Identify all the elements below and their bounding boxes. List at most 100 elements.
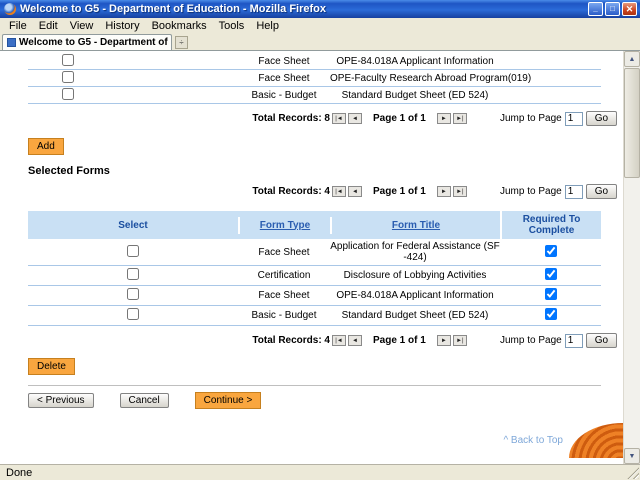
selected-forms-pager-bottom: Total Records: 4 |◄ ◄ Page 1 of 1 ► ►| J… — [28, 333, 601, 348]
jump-to-page-label: Jump to Page — [500, 186, 562, 197]
form-type-cell: Face Sheet — [238, 247, 330, 258]
first-page-button[interactable]: |◄ — [332, 186, 346, 197]
available-forms-rows: Face Sheet OPE-84.018A Applicant Informa… — [28, 53, 601, 104]
selected-forms-table: Select Form Type Form Title Required To … — [28, 211, 601, 326]
select-checkbox[interactable] — [127, 245, 139, 257]
header-form-type[interactable]: Form Type — [238, 217, 330, 234]
select-checkbox[interactable] — [62, 71, 74, 83]
prev-page-button[interactable]: ◄ — [348, 335, 362, 346]
page-indicator: Page 1 of 1 — [364, 113, 435, 124]
form-type-cell: Face Sheet — [238, 73, 330, 84]
required-checkbox[interactable] — [545, 288, 557, 300]
cancel-button[interactable]: Cancel — [120, 393, 169, 408]
go-button[interactable]: Go — [586, 184, 617, 199]
select-checkbox[interactable] — [127, 288, 139, 300]
menu-file[interactable]: File — [3, 19, 33, 33]
table-row: Certification Disclosure of Lobbying Act… — [28, 266, 601, 286]
first-page-button[interactable]: |◄ — [332, 113, 346, 124]
required-checkbox[interactable] — [545, 308, 557, 320]
window-title: Welcome to G5 - Department of Education … — [20, 3, 584, 15]
tab-title: Welcome to G5 - Department of Edu... — [19, 37, 172, 48]
last-page-button[interactable]: ►| — [453, 186, 467, 197]
status-bar: Done — [0, 464, 640, 480]
scrollbar-thumb[interactable] — [624, 68, 640, 178]
next-page-button[interactable]: ► — [437, 186, 451, 197]
jump-to-page-label: Jump to Page — [500, 113, 562, 124]
total-records-label: Total Records: 4 — [238, 335, 330, 346]
form-type-cell: Basic - Budget — [238, 310, 330, 321]
form-title-cell: OPE-84.018A Applicant Information — [330, 56, 500, 67]
form-type-cell: Face Sheet — [238, 56, 330, 67]
close-button[interactable]: ✕ — [622, 2, 637, 16]
select-checkbox[interactable] — [62, 88, 74, 100]
vertical-scrollbar[interactable]: ▲ ▼ — [623, 51, 640, 464]
table-row: Face Sheet Application for Federal Assis… — [28, 239, 601, 266]
table-header-row: Select Form Type Form Title Required To … — [28, 211, 601, 239]
previous-button[interactable]: < Previous — [28, 393, 94, 408]
menu-edit[interactable]: Edit — [33, 19, 64, 33]
scroll-up-arrow[interactable]: ▲ — [624, 51, 640, 67]
form-title-cell: Application for Federal Assistance (SF -… — [330, 241, 500, 263]
menu-bar: File Edit View History Bookmarks Tools H… — [0, 18, 640, 34]
tab-welcome-g5[interactable]: Welcome to G5 - Department of Edu... — [2, 34, 172, 50]
header-form-title[interactable]: Form Title — [330, 217, 500, 234]
firefox-icon — [4, 3, 16, 15]
selected-forms-pager-top: Total Records: 4 |◄ ◄ Page 1 of 1 ► ►| J… — [28, 184, 601, 199]
required-checkbox[interactable] — [545, 268, 557, 280]
menu-tools[interactable]: Tools — [213, 19, 251, 33]
delete-button[interactable]: Delete — [28, 358, 75, 375]
table-row: Face Sheet OPE-84.018A Applicant Informa… — [28, 53, 601, 70]
add-button[interactable]: Add — [28, 138, 64, 155]
menu-bookmarks[interactable]: Bookmarks — [146, 19, 213, 33]
form-type-cell: Basic - Budget — [238, 90, 330, 101]
jump-to-page-input[interactable] — [565, 334, 583, 348]
select-checkbox[interactable] — [127, 308, 139, 320]
jump-to-page-input[interactable] — [565, 112, 583, 126]
first-page-button[interactable]: |◄ — [332, 335, 346, 346]
menu-view[interactable]: View — [64, 19, 100, 33]
page-content: Face Sheet OPE-84.018A Applicant Informa… — [0, 51, 623, 464]
total-records-label: Total Records: 8 — [238, 113, 330, 124]
title-bar: Welcome to G5 - Department of Education … — [0, 0, 640, 18]
select-checkbox[interactable] — [62, 54, 74, 66]
next-page-button[interactable]: ► — [437, 335, 451, 346]
header-select: Select — [28, 217, 238, 234]
page-favicon — [7, 38, 16, 47]
total-records-label: Total Records: 4 — [238, 186, 330, 197]
minimize-button[interactable]: _ — [588, 2, 603, 16]
last-page-button[interactable]: ►| — [453, 335, 467, 346]
form-title-cell: OPE-Faculty Research Abroad Program(019) — [330, 73, 500, 84]
back-to-top-link[interactable]: ^ Back to Top — [503, 435, 563, 446]
prev-page-button[interactable]: ◄ — [348, 186, 362, 197]
table-row: Basic - Budget Standard Budget Sheet (ED… — [28, 87, 601, 104]
available-forms-pager: Total Records: 8 |◄ ◄ Page 1 of 1 ► ►| J… — [28, 111, 601, 126]
prev-page-button[interactable]: ◄ — [348, 113, 362, 124]
form-title-cell: OPE-84.018A Applicant Information — [330, 290, 500, 301]
jump-to-page-input[interactable] — [565, 185, 583, 199]
continue-button[interactable]: Continue > — [195, 392, 262, 409]
table-row: Face Sheet OPE-84.018A Applicant Informa… — [28, 286, 601, 306]
menu-history[interactable]: History — [99, 19, 145, 33]
required-checkbox[interactable] — [545, 245, 557, 257]
selected-forms-heading: Selected Forms — [28, 165, 601, 177]
menu-help[interactable]: Help — [250, 19, 285, 33]
form-type-cell: Face Sheet — [238, 290, 330, 301]
resize-grip[interactable] — [626, 466, 639, 479]
page-indicator: Page 1 of 1 — [364, 335, 435, 346]
scroll-down-arrow[interactable]: ▼ — [624, 448, 640, 464]
footer-buttons: < Previous Cancel Continue > — [28, 392, 601, 409]
go-button[interactable]: Go — [586, 111, 617, 126]
form-title-cell: Standard Budget Sheet (ED 524) — [330, 90, 500, 101]
form-type-cell: Certification — [238, 270, 330, 281]
content-area: Face Sheet OPE-84.018A Applicant Informa… — [0, 51, 640, 464]
next-page-button[interactable]: ► — [437, 113, 451, 124]
form-title-cell: Standard Budget Sheet (ED 524) — [330, 310, 500, 321]
select-checkbox[interactable] — [127, 268, 139, 280]
header-required: Required To Complete — [500, 211, 601, 239]
maximize-button[interactable]: □ — [605, 2, 620, 16]
table-row: Basic - Budget Standard Budget Sheet (ED… — [28, 306, 601, 326]
last-page-button[interactable]: ►| — [453, 113, 467, 124]
scrollbar-track[interactable] — [624, 67, 640, 448]
go-button[interactable]: Go — [586, 333, 617, 348]
tab-list-button[interactable]: ÷ — [175, 36, 188, 49]
